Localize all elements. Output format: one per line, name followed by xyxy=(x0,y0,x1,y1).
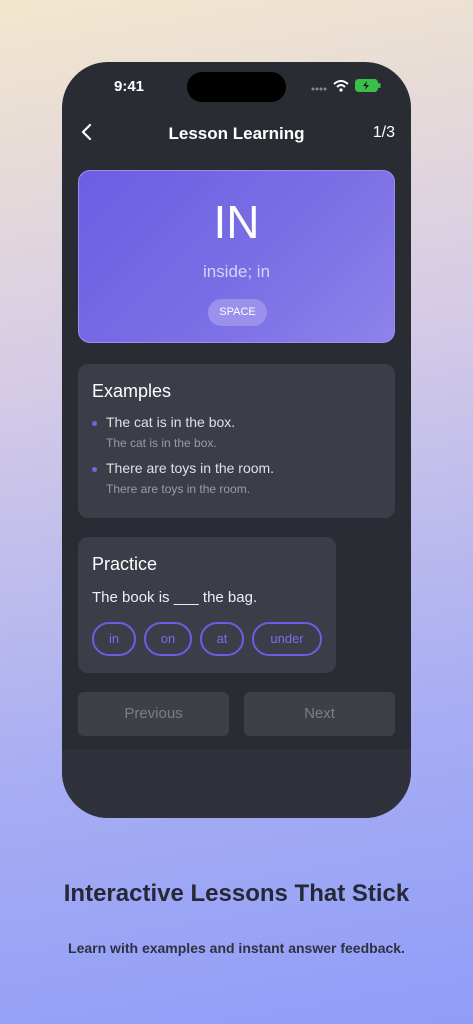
promo-headline: Interactive Lessons That Stick xyxy=(63,880,410,907)
word-title: IN xyxy=(213,196,260,248)
dynamic-island xyxy=(187,72,286,102)
practice-title: Practice xyxy=(92,554,158,574)
bottom-area xyxy=(62,750,411,818)
answer-option-under[interactable]: under xyxy=(252,622,322,656)
answer-option-at[interactable]: at xyxy=(200,622,244,656)
example-translation: The cat is in the box. xyxy=(106,436,217,450)
example-sentence: The cat is in the box. xyxy=(106,414,236,430)
previous-button[interactable]: Previous xyxy=(78,692,229,736)
practice-card: Practice The book is ___ the bag. in on … xyxy=(78,537,336,673)
category-badge: SPACE xyxy=(208,299,267,326)
phone-frame: 9:41 Lesson Learning 1/3 IN inside; in S… xyxy=(62,62,411,818)
promo-subline: Learn with examples and instant answer f… xyxy=(68,940,405,956)
wifi-icon xyxy=(333,79,349,97)
status-icons xyxy=(311,79,381,97)
next-button[interactable]: Next xyxy=(244,692,395,736)
word-meaning: inside; in xyxy=(202,262,271,281)
lesson-progress: 1/3 xyxy=(372,124,395,141)
bullet-icon xyxy=(92,421,97,426)
practice-question: The book is ___ the bag. xyxy=(92,589,258,606)
signal-icon xyxy=(311,79,327,97)
answer-option-on[interactable]: on xyxy=(144,622,192,656)
examples-title: Examples xyxy=(92,381,172,401)
example-sentence: There are toys in the room. xyxy=(106,460,275,476)
status-time: 9:41 xyxy=(114,78,145,95)
bullet-icon xyxy=(92,467,97,472)
examples-card: Examples The cat is in the box. The cat … xyxy=(78,364,395,518)
word-card: IN inside; in SPACE xyxy=(78,170,395,343)
battery-icon xyxy=(355,79,381,97)
example-translation: There are toys in the room. xyxy=(106,482,251,496)
page-title: Lesson Learning xyxy=(168,124,305,143)
answer-option-in[interactable]: in xyxy=(92,622,136,656)
